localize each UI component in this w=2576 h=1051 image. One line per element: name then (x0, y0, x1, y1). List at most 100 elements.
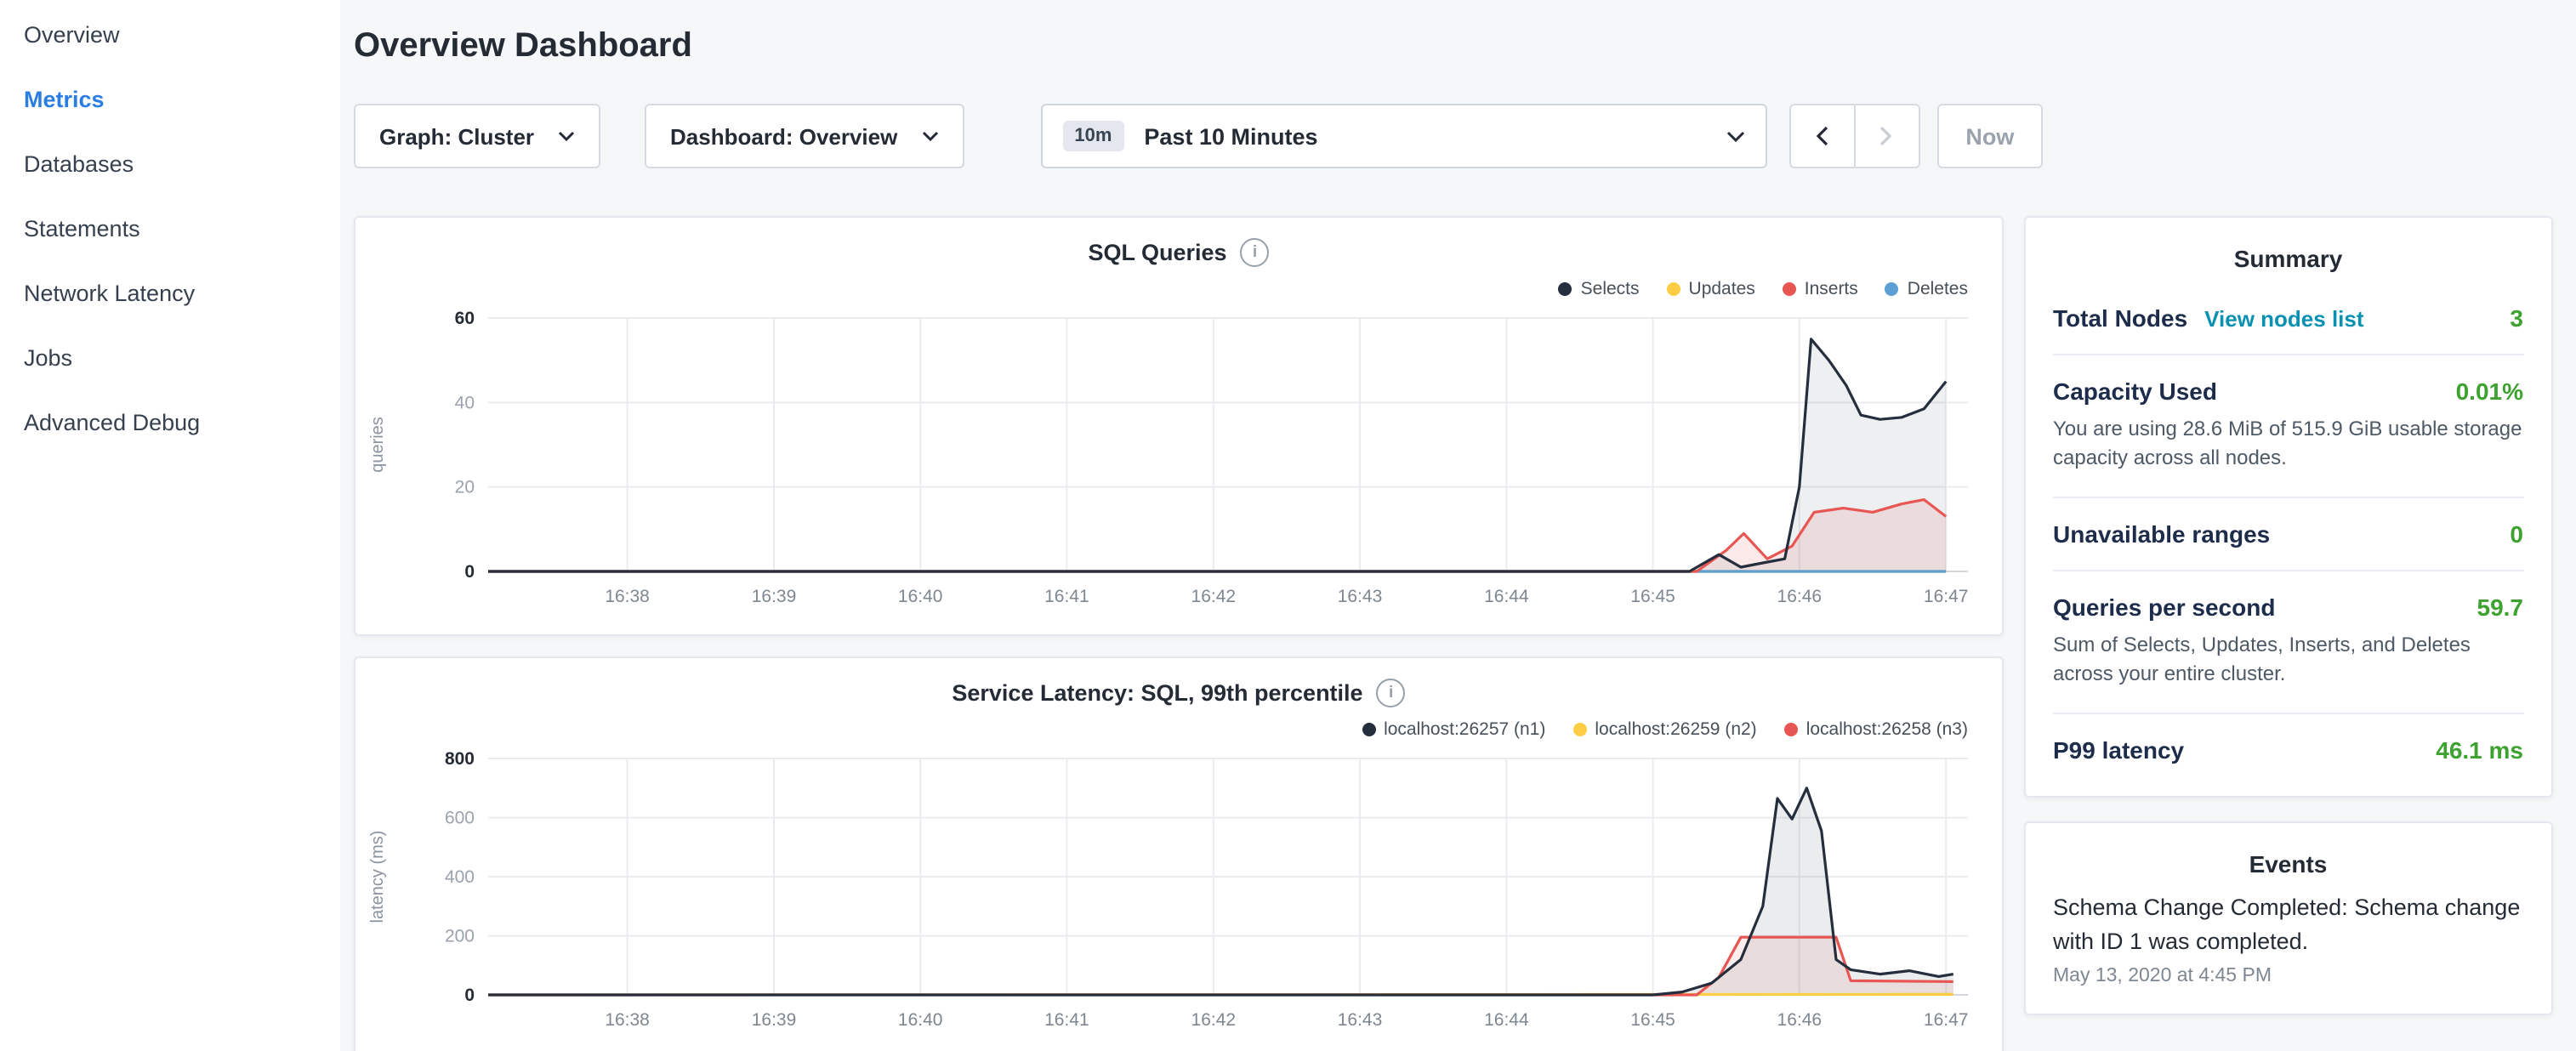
event-text: Schema Change Completed: Schema change w… (2053, 890, 2523, 959)
events-panel: Events Schema Change Completed: Schema c… (2024, 821, 2552, 1015)
summary-value: 46.1 ms (2436, 736, 2523, 763)
summary-label: Capacity Used (2053, 378, 2217, 405)
legend-label: Deletes (1908, 279, 1968, 299)
summary-row-queries-per-second: Queries per second 59.7 Sum of Selects, Up… (2053, 571, 2523, 714)
svg-text:16:46: 16:46 (1777, 587, 1823, 606)
right-column: Summary Total NodesView nodes list3Capac… (2024, 216, 2552, 1015)
service-latency-chart[interactable]: 020040060080016:3816:3916:4016:4116:4216… (355, 741, 2002, 1048)
summary-row-capacity-used: Capacity Used0.01%You are using 28.6 MiB… (2053, 355, 2523, 498)
summary-value: 0 (2510, 520, 2523, 548)
now-button[interactable]: Now (1936, 104, 2043, 168)
svg-text:800: 800 (445, 749, 475, 769)
legend-item-deletes: Deletes (1885, 279, 1968, 299)
svg-text:200: 200 (445, 927, 475, 946)
legend-item-selects: Selects (1559, 279, 1640, 299)
sidebar-item-jobs[interactable]: Jobs (0, 327, 340, 391)
sidebar-item-databases[interactable]: Databases (0, 133, 340, 197)
time-next-button[interactable] (1853, 104, 1919, 168)
svg-text:600: 600 (445, 809, 475, 828)
charts-column: SQL Queries i Selects Updates Inserts Delet… (354, 216, 2004, 1051)
summary-description: You are using 28.6 MiB of 515.9 GiB usab… (2053, 415, 2523, 474)
svg-text:16:42: 16:42 (1191, 587, 1237, 606)
svg-text:16:40: 16:40 (898, 587, 943, 606)
chevron-down-icon (921, 131, 938, 141)
dashboard-dropdown-label: Dashboard: Overview (670, 123, 897, 149)
summary-value: 59.7 (2477, 594, 2524, 621)
legend-dot (1572, 723, 1586, 736)
events-list: Schema Change Completed: Schema change w… (2053, 890, 2523, 986)
sidebar-item-network-latency[interactable]: Network Latency (0, 262, 340, 327)
summary-panel: Summary Total NodesView nodes list3Capac… (2024, 216, 2552, 797)
svg-text:16:40: 16:40 (898, 1010, 943, 1030)
svg-text:queries: queries (368, 417, 387, 473)
summary-label: Queries per second (2053, 594, 2275, 621)
svg-text:16:41: 16:41 (1044, 587, 1089, 606)
time-range-badge: 10m (1062, 121, 1123, 151)
sidebar-item-advanced-debug[interactable]: Advanced Debug (0, 391, 340, 456)
svg-text:16:41: 16:41 (1044, 1010, 1089, 1030)
info-icon[interactable]: i (1241, 238, 1270, 267)
legend-label: Selects (1581, 279, 1640, 299)
chart-title-text: SQL Queries (1088, 240, 1226, 265)
sql-queries-chart[interactable]: 020406016:3816:3916:4016:4116:4216:4316:… (355, 301, 2002, 624)
legend-item-localhost-26258-n3: localhost:26258 (n3) (1784, 719, 1968, 740)
sidebar-item-overview[interactable]: Overview (0, 3, 340, 68)
legend-label: localhost:26257 (n1) (1384, 719, 1545, 740)
legend-label: localhost:26259 (n2) (1595, 719, 1756, 740)
dashboard-dropdown[interactable]: Dashboard: Overview (645, 104, 964, 168)
legend-item-updates: Updates (1667, 279, 1755, 299)
summary-description: Sum of Selects, Updates, Inserts, and De… (2053, 631, 2523, 690)
summary-title: Summary (2053, 245, 2523, 272)
sql-queries-legend: Selects Updates Inserts Deletes (355, 277, 2002, 301)
event-item: Schema Change Completed: Schema change w… (2053, 890, 2523, 986)
info-icon[interactable]: i (1377, 679, 1406, 707)
svg-text:latency (ms): latency (ms) (368, 831, 387, 923)
svg-text:0: 0 (464, 986, 475, 1005)
svg-text:16:39: 16:39 (752, 587, 797, 606)
svg-text:16:42: 16:42 (1191, 1010, 1237, 1030)
time-prev-button[interactable] (1788, 104, 1855, 168)
view-nodes-link[interactable]: View nodes list (2204, 306, 2363, 332)
legend-dot (1784, 723, 1798, 736)
time-range-label: Past 10 Minutes (1144, 123, 1317, 149)
legend-dot (1667, 282, 1680, 296)
svg-text:16:39: 16:39 (752, 1010, 797, 1030)
svg-text:16:38: 16:38 (605, 1010, 650, 1030)
main-content: Overview Dashboard Graph: Cluster Dashbo… (340, 0, 2576, 1051)
summary-row-p99-latency: P99 latency 46.1 ms (2053, 713, 2523, 785)
summary-value: 3 (2510, 304, 2523, 332)
svg-text:16:47: 16:47 (1924, 1010, 1969, 1030)
dashboard-body: SQL Queries i Selects Updates Inserts Delet… (354, 216, 2552, 1051)
legend-dot (1362, 723, 1375, 736)
sidebar-item-statements[interactable]: Statements (0, 197, 340, 262)
svg-text:16:43: 16:43 (1338, 1010, 1383, 1030)
svg-text:16:38: 16:38 (605, 587, 650, 606)
svg-text:20: 20 (455, 478, 475, 497)
page-title: Overview Dashboard (354, 27, 2552, 66)
service-latency-legend: localhost:26257 (n1) localhost:26259 (n2)… (355, 718, 2002, 741)
svg-text:0: 0 (464, 562, 475, 582)
summary-label: P99 latency (2053, 736, 2184, 763)
events-title: Events (2053, 849, 2523, 877)
svg-text:16:44: 16:44 (1484, 1010, 1529, 1030)
time-range-picker[interactable]: 10m Past 10 Minutes (1040, 104, 1766, 168)
page: OverviewMetricsDatabasesStatementsNetwor… (0, 0, 2576, 1051)
summary-label: Unavailable ranges (2053, 520, 2270, 548)
summary-row-total-nodes: Total NodesView nodes list3 (2053, 282, 2523, 355)
graph-dropdown[interactable]: Graph: Cluster (354, 104, 600, 168)
svg-text:16:47: 16:47 (1924, 587, 1969, 606)
event-timestamp: May 13, 2020 at 4:45 PM (2053, 966, 2523, 986)
summary-row-unavailable-ranges: Unavailable ranges 0 (2053, 498, 2523, 571)
svg-text:16:44: 16:44 (1484, 587, 1529, 606)
legend-label: Inserts (1805, 279, 1858, 299)
svg-text:16:43: 16:43 (1338, 587, 1383, 606)
svg-text:40: 40 (455, 393, 475, 412)
chart-title: SQL Queries i (355, 238, 2002, 267)
sidebar-item-metrics[interactable]: Metrics (0, 68, 340, 133)
svg-text:16:45: 16:45 (1630, 1010, 1675, 1030)
legend-dot (1885, 282, 1899, 296)
sql-queries-panel: SQL Queries i Selects Updates Inserts Delet… (354, 216, 2004, 636)
legend-item-localhost-26259-n2: localhost:26259 (n2) (1572, 719, 1756, 740)
legend-label: Updates (1689, 279, 1755, 299)
time-pager (1788, 104, 1919, 168)
